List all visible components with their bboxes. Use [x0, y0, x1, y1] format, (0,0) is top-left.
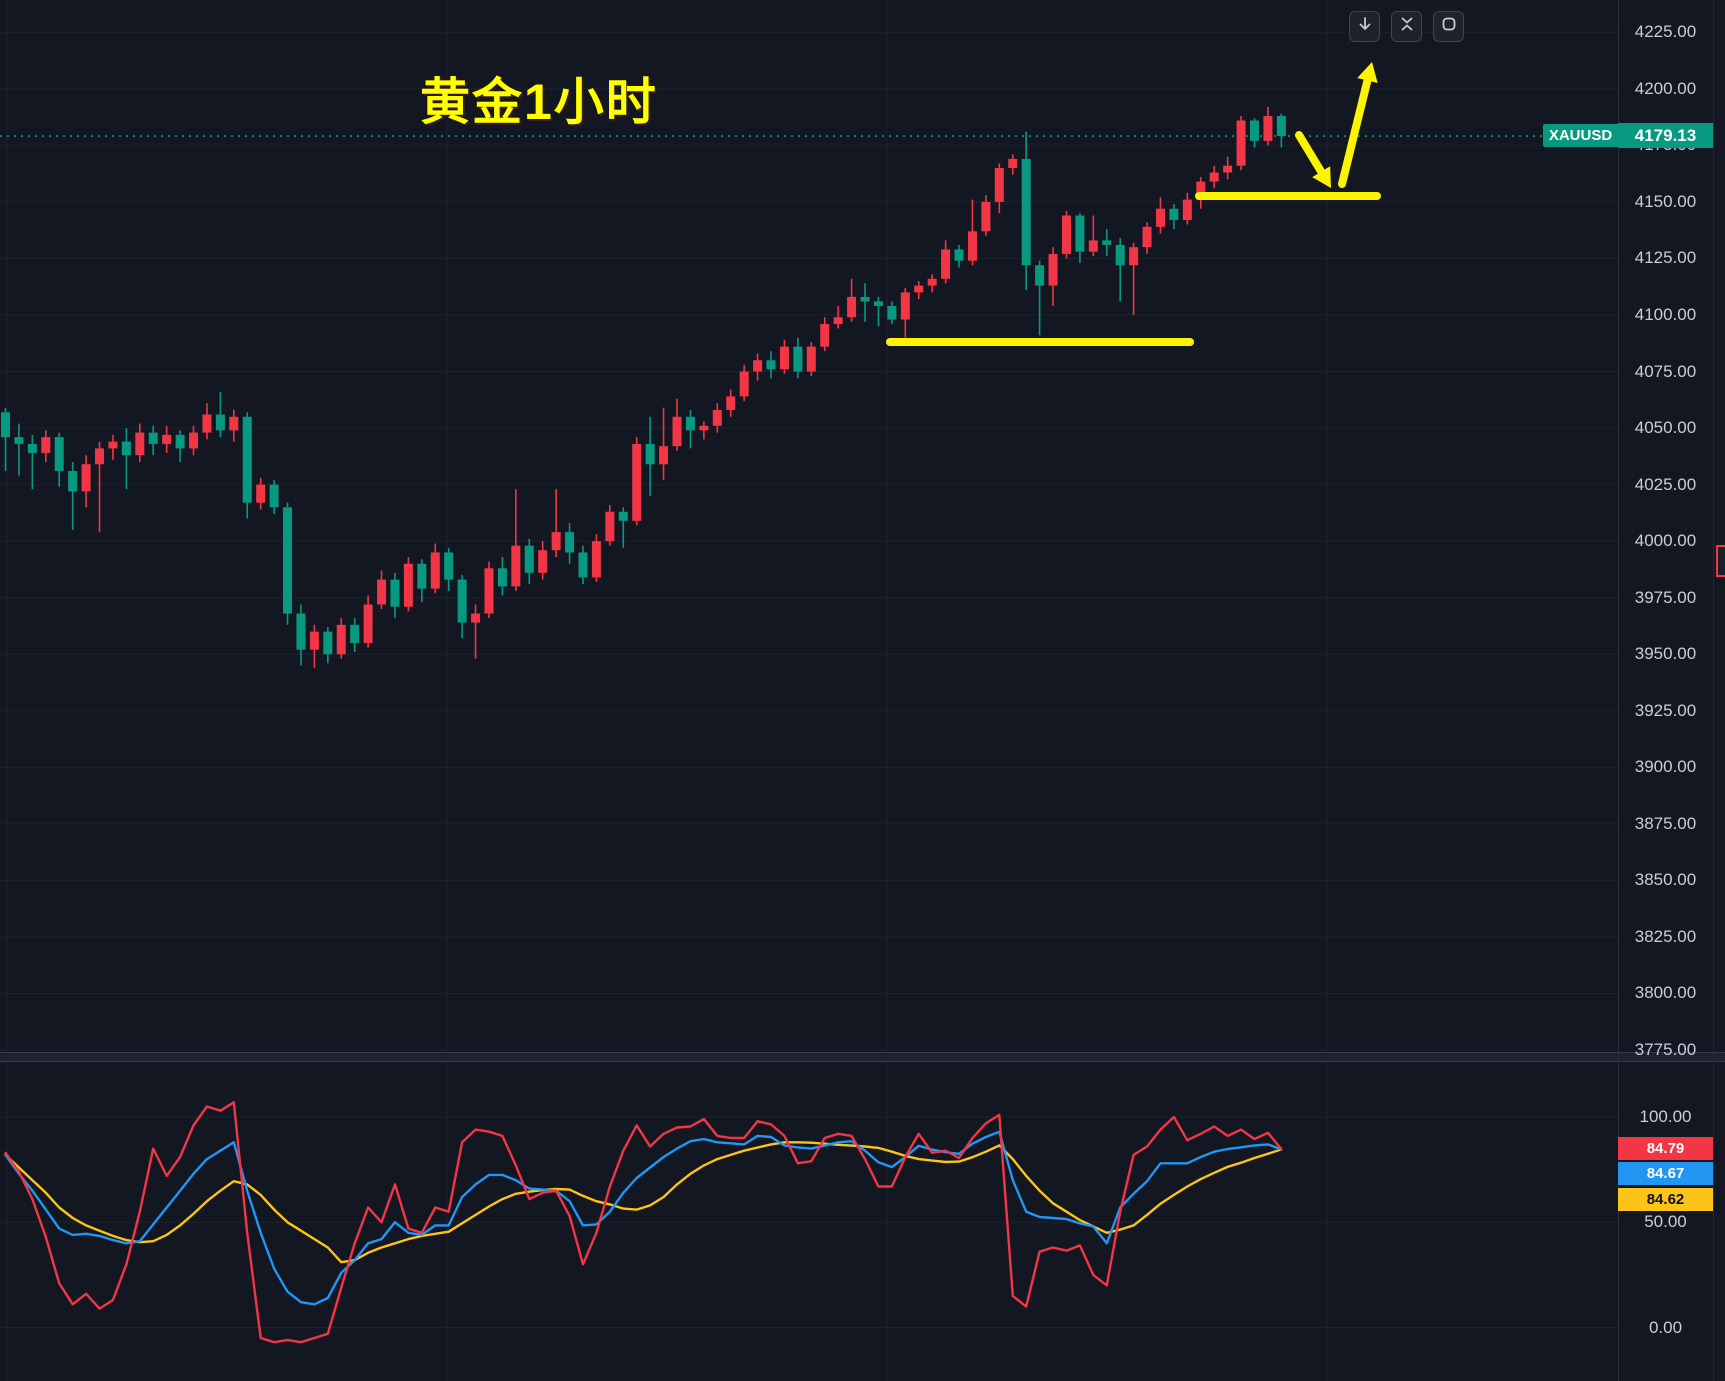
adjacent-window-edge — [1716, 545, 1725, 577]
chart-canvas[interactable] — [0, 0, 1725, 1381]
pane-separator[interactable] — [0, 1052, 1725, 1062]
kdj-j-value-label: 84.79 — [1618, 1137, 1713, 1160]
symbol-name: XAUUSD — [1549, 127, 1612, 144]
last-price-label: 4179.13 — [1618, 123, 1713, 148]
maximize-pane-button[interactable] — [1433, 11, 1464, 42]
last-price-value: 4179.13 — [1635, 126, 1696, 146]
symbol-price-flag: XAUUSD — [1543, 124, 1618, 147]
collapse-icon — [1399, 16, 1415, 37]
candlestick-series — [1, 107, 1286, 668]
maximize-icon — [1441, 16, 1457, 37]
collapse-pane-button[interactable] — [1391, 11, 1422, 42]
move-pane-down-button[interactable] — [1349, 11, 1380, 42]
right-edge-border — [1713, 0, 1714, 1381]
pane-control-buttons — [1349, 11, 1464, 42]
kdj-k-value-label: 84.67 — [1618, 1162, 1713, 1185]
arrow-down-icon — [1357, 16, 1373, 37]
chart-title-annotation[interactable]: 黄金1小时 — [420, 62, 658, 134]
kdj-d-value-label: 84.62 — [1618, 1188, 1713, 1211]
trading-chart-app: 4225.004200.004175.004150.004125.004100.… — [0, 0, 1725, 1381]
